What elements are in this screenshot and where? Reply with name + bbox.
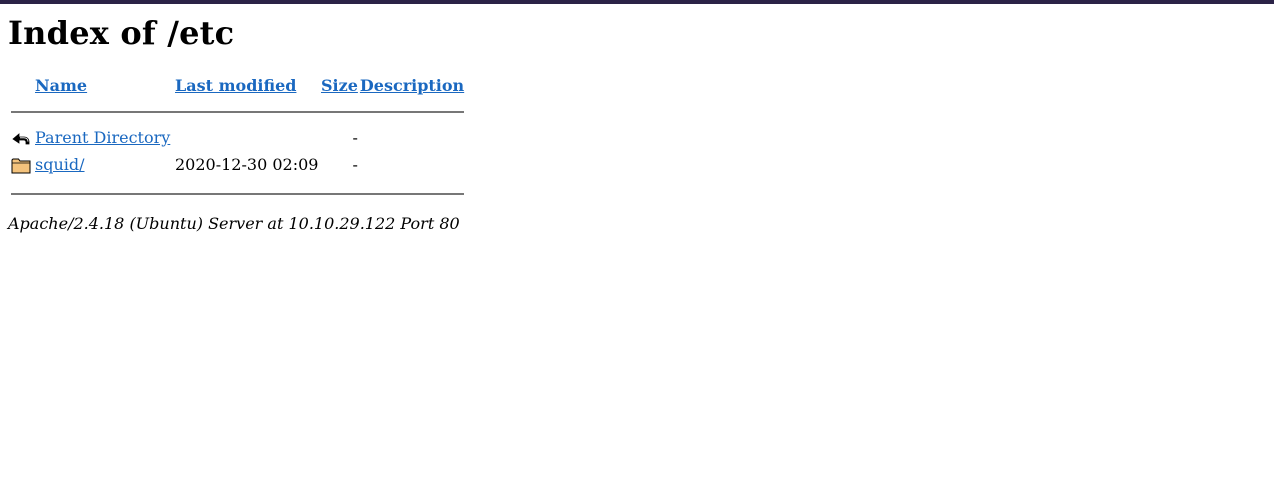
table-row: Parent Directory - xyxy=(11,125,464,150)
sort-by-name-link[interactable]: Name xyxy=(35,76,87,95)
sort-by-last-modified-link[interactable]: Last modified xyxy=(175,76,296,95)
last-modified-cell: 2020-12-30 02:09 xyxy=(175,155,319,174)
back-icon xyxy=(11,128,31,148)
sort-by-size-link[interactable]: Size xyxy=(321,76,358,95)
table-divider-top xyxy=(11,98,465,123)
header-description: Description xyxy=(360,74,464,96)
top-bar xyxy=(0,0,1274,4)
header-icon-cell xyxy=(11,74,33,96)
size-cell: - xyxy=(352,128,358,147)
description-cell xyxy=(360,152,464,177)
folder-icon xyxy=(11,155,31,175)
size-cell: - xyxy=(352,155,358,174)
page-title: Index of /etc xyxy=(8,14,235,52)
header-last-modified: Last modified xyxy=(175,74,319,96)
directory-listing-table: Name Last modified Size Description Pare… xyxy=(9,72,466,206)
table-header-row: Name Last modified Size Description xyxy=(11,74,464,96)
horizontal-rule xyxy=(11,192,465,195)
horizontal-rule xyxy=(11,110,465,113)
parent-directory-link[interactable]: Parent Directory xyxy=(35,128,170,147)
table-row: squid/ 2020-12-30 02:09 - xyxy=(11,152,464,177)
header-size: Size xyxy=(321,74,358,96)
page: Index of /etc Name Last modified Size De… xyxy=(0,14,1274,234)
header-name: Name xyxy=(35,74,173,96)
sort-by-description-link[interactable]: Description xyxy=(360,76,464,95)
file-name-cell: squid/ xyxy=(35,152,173,177)
table-divider-bottom xyxy=(11,179,465,204)
squid-directory-link[interactable]: squid/ xyxy=(35,155,85,174)
last-modified-cell xyxy=(175,125,319,150)
description-cell xyxy=(360,125,464,150)
server-signature: Apache/2.4.18 (Ubuntu) Server at 10.10.2… xyxy=(8,214,460,233)
file-name-cell: Parent Directory xyxy=(35,125,173,150)
